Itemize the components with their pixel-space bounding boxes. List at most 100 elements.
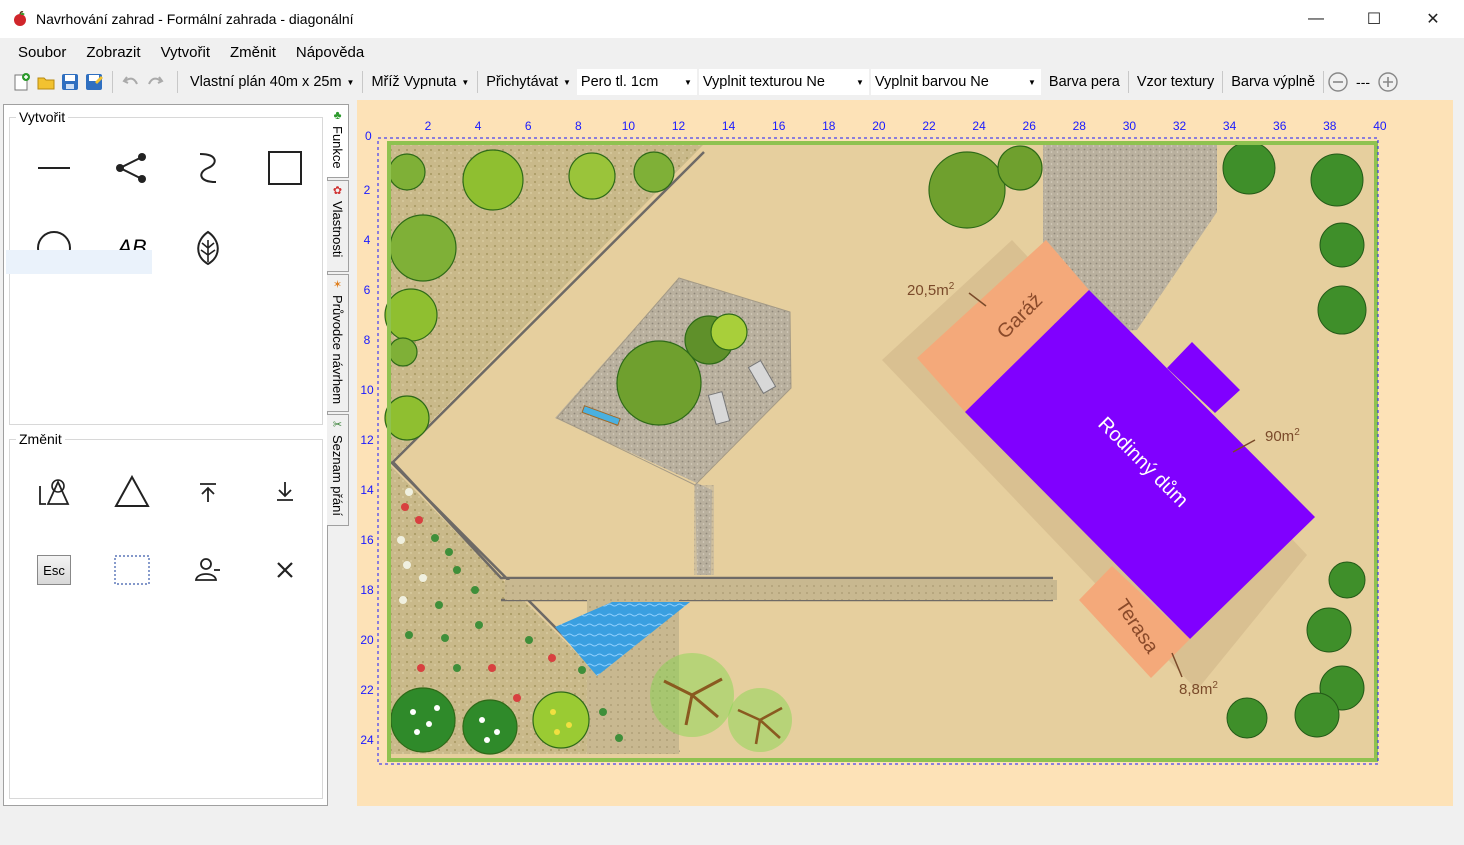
x-tick-label: 14 <box>722 119 736 133</box>
conifer <box>1328 561 1366 599</box>
fill-texture-value: Vyplnit texturou Ne <box>702 74 825 90</box>
y-tick-label: 16 <box>360 533 374 547</box>
create-group-title: Vytvořit <box>16 109 69 125</box>
menu-napoveda[interactable]: Nápověda <box>286 40 374 65</box>
status-bar <box>0 822 1464 845</box>
save-icon[interactable] <box>58 70 82 94</box>
fill-color-button[interactable]: Barva výplně <box>1225 70 1321 94</box>
fill-color-select[interactable]: Vyplnit barvou Ne ▼ <box>870 69 1041 95</box>
drawing-canvas[interactable]: Garáž 20,5m2 Rodinný dům 90m2 Terasa 8,8… <box>357 100 1453 806</box>
chevron-down-icon: ▼ <box>346 77 355 87</box>
texture-pattern-button[interactable]: Vzor textury <box>1131 70 1220 94</box>
vegetable <box>397 536 405 544</box>
shrub <box>384 288 438 342</box>
tools-panel: Vytvořit AB Změnit Esc <box>3 104 328 806</box>
minimize-icon: — <box>1308 10 1324 27</box>
edit-shape-icon[interactable] <box>24 462 84 522</box>
wizard-icon: ✶ <box>332 279 343 291</box>
terrace-area-value: 8,8m <box>1179 681 1212 698</box>
tree <box>616 340 702 426</box>
vegetable <box>403 561 411 569</box>
x-tick-label: 36 <box>1273 119 1287 133</box>
y-tick-label: 14 <box>360 483 374 497</box>
garden-plan[interactable]: Garáž 20,5m2 Rodinný dům 90m2 Terasa 8,8… <box>357 100 1453 806</box>
x-tick-label: 20 <box>872 119 886 133</box>
vegetable <box>471 586 479 594</box>
flower <box>414 729 420 735</box>
save-as-icon[interactable] <box>82 70 106 94</box>
polyline-tool-icon[interactable] <box>102 138 162 198</box>
y-ruler: 24681012141618202224 <box>360 183 374 747</box>
shrub <box>532 691 590 749</box>
flower <box>410 709 416 715</box>
x-tick-label: 16 <box>772 119 786 133</box>
redo-icon[interactable] <box>143 70 167 94</box>
new-file-icon[interactable] <box>10 70 34 94</box>
plant-tool-icon[interactable] <box>178 218 238 278</box>
zoom-out-icon[interactable] <box>1326 70 1350 94</box>
pen-color-button[interactable]: Barva pera <box>1043 70 1126 94</box>
tab-funkce[interactable]: ♣ Funkce <box>327 104 349 178</box>
curve-tool-icon[interactable] <box>178 138 238 198</box>
shrub <box>384 395 430 441</box>
shrub <box>462 699 518 755</box>
vegetable <box>435 601 443 609</box>
x-ruler: 02 4 6 8 10 12 14 16 18 20 22 24 26 28 30 32 34 36 38 40 <box>365 119 1387 143</box>
house-area-sq: 2 <box>1294 427 1300 438</box>
flower <box>566 722 572 728</box>
chevron-down-icon: ▼ <box>684 77 692 87</box>
person-icon[interactable] <box>178 540 238 600</box>
x-tick-label: 12 <box>672 119 686 133</box>
line-tool-icon[interactable] <box>24 138 84 198</box>
tools-icon: ✂ <box>332 419 343 431</box>
x-tick-label: 22 <box>922 119 936 133</box>
vegetable <box>453 664 461 672</box>
zoom-in-icon[interactable] <box>1376 70 1400 94</box>
side-tabs: ♣ Funkce ✿ Vlastnosti ✶ Průvodce návrhem… <box>327 104 349 534</box>
tab-pruvodce-label: Průvodce návrhem <box>330 295 345 405</box>
create-group: Vytvořit AB <box>6 109 323 425</box>
tab-seznam-prani[interactable]: ✂ Seznam přání <box>327 414 349 526</box>
esc-label: Esc <box>37 555 71 585</box>
maximize-button[interactable]: ☐ <box>1345 0 1403 38</box>
rectangle-tool-icon[interactable] <box>255 138 315 198</box>
flower <box>484 737 490 743</box>
plan-size-dropdown[interactable]: Vlastní plán 40m x 25m ▼ <box>184 70 360 94</box>
escape-key-icon[interactable]: Esc <box>24 540 84 600</box>
toolbar: Vlastní plán 40m x 25m ▼ Mříž Vypnuta ▼ Př… <box>0 66 1464 98</box>
selection-rect-icon[interactable] <box>102 540 162 600</box>
conifer <box>1226 697 1268 739</box>
delete-icon[interactable] <box>255 540 315 600</box>
menu-vytvorit[interactable]: Vytvořit <box>151 40 220 65</box>
fill-texture-select[interactable]: Vyplnit texturou Ne ▼ <box>698 69 869 95</box>
menu-zobrazit[interactable]: Zobrazit <box>76 40 150 65</box>
tab-vlastnosti[interactable]: ✿ Vlastnosti <box>327 180 349 272</box>
title-bar: Navrhování zahrad - Formální zahrada - d… <box>0 0 1464 38</box>
snap-dropdown[interactable]: Přichytávat ▼ <box>480 70 577 94</box>
flower <box>426 721 432 727</box>
undo-icon[interactable] <box>119 70 143 94</box>
vegetable <box>445 548 453 556</box>
bring-to-front-icon[interactable] <box>178 462 238 522</box>
x-tick-label: 40 <box>1373 119 1387 133</box>
menu-zmenit[interactable]: Změnit <box>220 40 286 65</box>
selection-highlight <box>6 250 152 274</box>
paved-strip <box>505 580 1057 600</box>
close-button[interactable]: ✕ <box>1404 0 1462 38</box>
triangle-icon[interactable] <box>102 462 162 522</box>
garage-area-value: 20,5m <box>907 282 949 299</box>
garage-area-label: 20,5m2 <box>907 281 955 299</box>
shrub <box>388 337 418 367</box>
x-tick-label: 2 <box>425 119 432 133</box>
conifer <box>1317 285 1367 335</box>
shrub <box>568 152 616 200</box>
y-tick-label: 6 <box>364 283 371 297</box>
send-to-back-icon[interactable] <box>255 462 315 522</box>
x-tick-label: 24 <box>972 119 986 133</box>
minimize-button[interactable]: — <box>1287 0 1345 38</box>
menu-soubor[interactable]: Soubor <box>8 40 76 65</box>
grid-dropdown[interactable]: Mříž Vypnuta ▼ <box>365 70 475 94</box>
tab-pruvodce[interactable]: ✶ Průvodce návrhem <box>327 274 349 412</box>
pen-width-select[interactable]: Pero tl. 1cm ▼ <box>576 69 697 95</box>
open-folder-icon[interactable] <box>34 70 58 94</box>
